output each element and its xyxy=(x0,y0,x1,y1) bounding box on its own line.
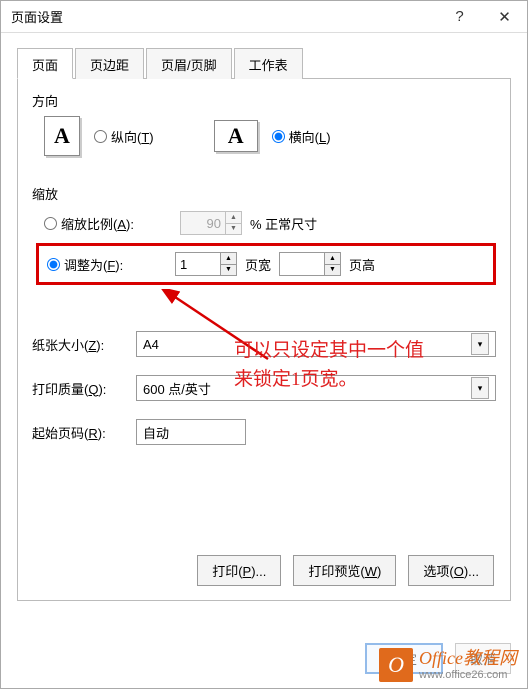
tabstrip: 页面 页边距 页眉/页脚 工作表 xyxy=(17,47,511,79)
fit-to-radio[interactable]: 调整为(F): xyxy=(47,255,149,274)
watermark-url: www.office26.com xyxy=(419,669,517,681)
adjust-to-spin-up[interactable]: ▲ xyxy=(226,212,241,224)
scale-label: 缩放 xyxy=(32,184,496,203)
fit-wide-spin-down[interactable]: ▼ xyxy=(221,265,236,276)
titlebar: 页面设置 ? ✕ xyxy=(1,1,527,33)
print-quality-label: 打印质量(Q): xyxy=(32,379,128,398)
adjust-to-radio-input[interactable] xyxy=(44,217,57,230)
tab-page[interactable]: 页面 xyxy=(17,48,73,79)
adjust-to-spinner[interactable]: ▲ ▼ xyxy=(180,211,242,235)
chevron-down-icon[interactable]: ▾ xyxy=(471,333,489,355)
fit-tall-label: 页高 xyxy=(349,255,375,274)
fit-to-radio-input[interactable] xyxy=(47,258,60,271)
adjust-to-radio[interactable]: 缩放比例(A): xyxy=(44,214,154,233)
watermark: O Office教程网 www.office26.com xyxy=(379,648,517,682)
paper-size-row: 纸张大小(Z): A4 ▾ xyxy=(32,331,496,357)
dialog-title: 页面设置 xyxy=(11,7,437,26)
fit-tall-spin-down[interactable]: ▼ xyxy=(325,265,340,276)
portrait-radio-label: 纵向(T) xyxy=(111,127,154,146)
fit-to-highlight: 调整为(F): ▲ ▼ 页宽 xyxy=(36,243,496,285)
options-button[interactable]: 选项(O)... xyxy=(408,555,494,586)
adjust-to-radio-label: 缩放比例(A): xyxy=(61,214,134,233)
first-page-label: 起始页码(R): xyxy=(32,423,128,442)
adjust-to-input[interactable] xyxy=(181,212,225,234)
tab-header-footer[interactable]: 页眉/页脚 xyxy=(146,48,232,79)
orientation-label: 方向 xyxy=(32,91,496,110)
fit-wide-input[interactable] xyxy=(176,253,220,275)
dialog-content: 页面 页边距 页眉/页脚 工作表 方向 A 纵向(T) A 横向(L) xyxy=(1,33,527,601)
fit-wide-spinner[interactable]: ▲ ▼ xyxy=(175,252,237,276)
print-quality-row: 打印质量(Q): 600 点/英寸 ▾ xyxy=(32,375,496,401)
portrait-radio[interactable]: 纵向(T) xyxy=(94,127,154,146)
adjust-to-spin-down[interactable]: ▼ xyxy=(226,224,241,235)
panel-button-row: 打印(P)... 打印预览(W) 选项(O)... xyxy=(197,555,494,586)
orientation-row: A 纵向(T) A 横向(L) xyxy=(44,116,496,156)
adjust-to-suffix: % 正常尺寸 xyxy=(250,214,317,233)
fit-tall-spinner[interactable]: ▲ ▼ xyxy=(279,252,341,276)
close-button[interactable]: ✕ xyxy=(482,1,527,33)
paper-size-combo[interactable]: A4 ▾ xyxy=(136,331,496,357)
paper-size-value: A4 xyxy=(143,337,159,352)
watermark-brand: Office教程网 xyxy=(419,649,517,669)
landscape-radio-input[interactable] xyxy=(272,130,285,143)
fit-to-row: 调整为(F): ▲ ▼ 页宽 xyxy=(47,252,485,276)
portrait-icon: A xyxy=(44,116,80,156)
adjust-to-row: 缩放比例(A): ▲ ▼ % 正常尺寸 xyxy=(44,211,496,235)
tab-margins[interactable]: 页边距 xyxy=(75,48,144,79)
print-quality-value: 600 点/英寸 xyxy=(143,379,211,398)
tab-panel-page: 方向 A 纵向(T) A 横向(L) 缩放 xyxy=(17,79,511,601)
print-preview-button[interactable]: 打印预览(W) xyxy=(293,555,396,586)
fit-tall-spin-up[interactable]: ▲ xyxy=(325,253,340,265)
first-page-row: 起始页码(R): xyxy=(32,419,496,445)
print-quality-combo[interactable]: 600 点/英寸 ▾ xyxy=(136,375,496,401)
help-button[interactable]: ? xyxy=(437,1,482,33)
chevron-down-icon[interactable]: ▾ xyxy=(471,377,489,399)
fit-to-radio-label: 调整为(F): xyxy=(64,255,123,274)
first-page-input[interactable] xyxy=(136,419,246,445)
landscape-radio[interactable]: 横向(L) xyxy=(272,127,331,146)
portrait-radio-input[interactable] xyxy=(94,130,107,143)
fit-wide-spin-up[interactable]: ▲ xyxy=(221,253,236,265)
fit-tall-input[interactable] xyxy=(280,253,324,275)
tab-sheet[interactable]: 工作表 xyxy=(234,48,303,79)
annotation-arrow xyxy=(158,289,278,369)
paper-size-label: 纸张大小(Z): xyxy=(32,335,128,354)
landscape-icon: A xyxy=(214,120,258,152)
office-logo-icon: O xyxy=(379,648,413,682)
landscape-radio-label: 横向(L) xyxy=(289,127,331,146)
print-button[interactable]: 打印(P)... xyxy=(197,555,281,586)
page-setup-dialog: 页面设置 ? ✕ 页面 页边距 页眉/页脚 工作表 方向 A 纵向(T) A xyxy=(0,0,528,689)
fit-wide-label: 页宽 xyxy=(245,255,271,274)
